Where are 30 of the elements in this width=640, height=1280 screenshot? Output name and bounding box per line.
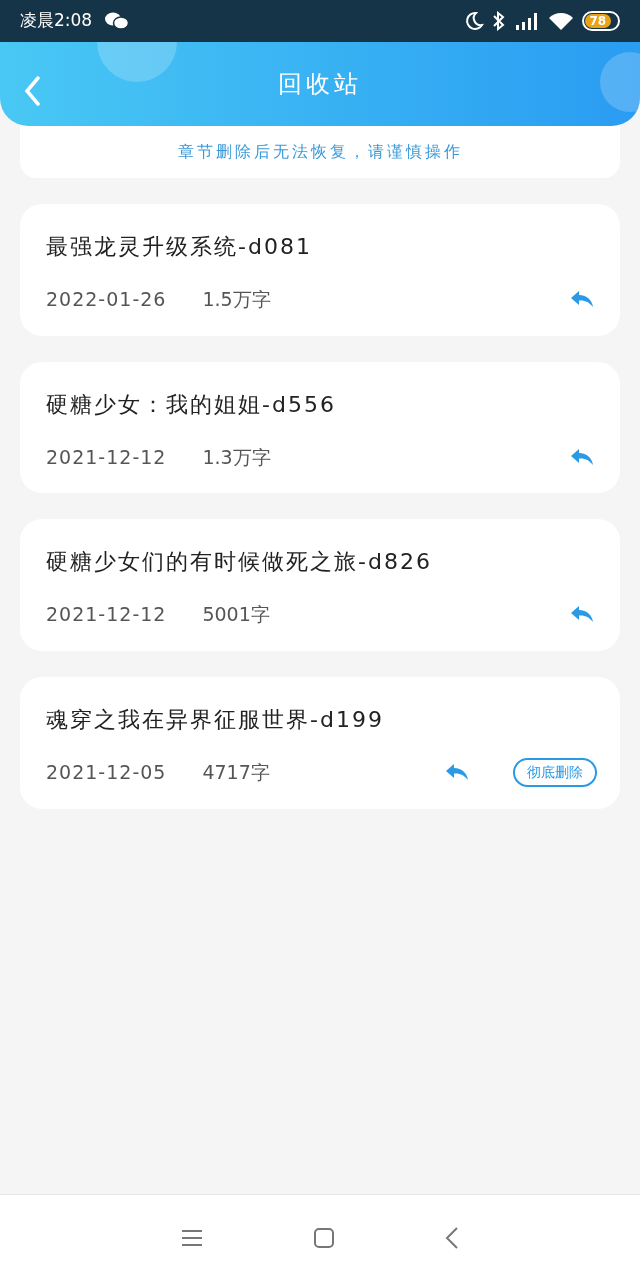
- wifi-icon: [548, 11, 574, 31]
- menu-icon[interactable]: [181, 1228, 203, 1247]
- chapter-date: 2021-12-05: [46, 759, 167, 785]
- home-icon[interactable]: [313, 1226, 335, 1249]
- undo-icon[interactable]: [570, 447, 594, 466]
- chapter-title: 魂穿之我在异界征服世界-d199: [46, 705, 385, 734]
- chat-app-icon: [104, 11, 131, 31]
- back-icon[interactable]: [445, 1225, 459, 1250]
- chapter-title: 硬糖少女：我的姐姐-d556: [46, 390, 337, 419]
- bluetooth-icon: [492, 11, 506, 31]
- chapter-title: 硬糖少女们的有时候做死之旅-d826: [46, 548, 433, 576]
- chapter-date: 2021-12-12: [46, 444, 167, 470]
- delete-button[interactable]: 彻底删除: [513, 757, 597, 787]
- notice-text: 章节删除后无法恢复，请谨慎操作: [177, 141, 463, 163]
- chapter-date: 2022-01-26: [46, 287, 167, 312]
- status-time: 凌晨2:08: [20, 9, 93, 33]
- moon-icon: [464, 11, 484, 31]
- page-title: 回收站: [278, 69, 362, 100]
- word-count: 4717字: [202, 759, 270, 785]
- word-count: 5001字: [202, 602, 270, 627]
- undo-icon[interactable]: [570, 605, 594, 624]
- word-count: 1.3万字: [202, 444, 271, 470]
- chapter-title: 最强龙灵升级系统-d081: [46, 233, 313, 261]
- battery-level: 78: [585, 14, 611, 28]
- undo-icon[interactable]: [570, 290, 594, 309]
- signal-icon: [514, 11, 540, 31]
- chapter-date: 2021-12-12: [46, 602, 167, 627]
- undo-icon[interactable]: [445, 763, 469, 781]
- word-count: 1.5万字: [202, 287, 271, 312]
- back-button[interactable]: [24, 76, 42, 106]
